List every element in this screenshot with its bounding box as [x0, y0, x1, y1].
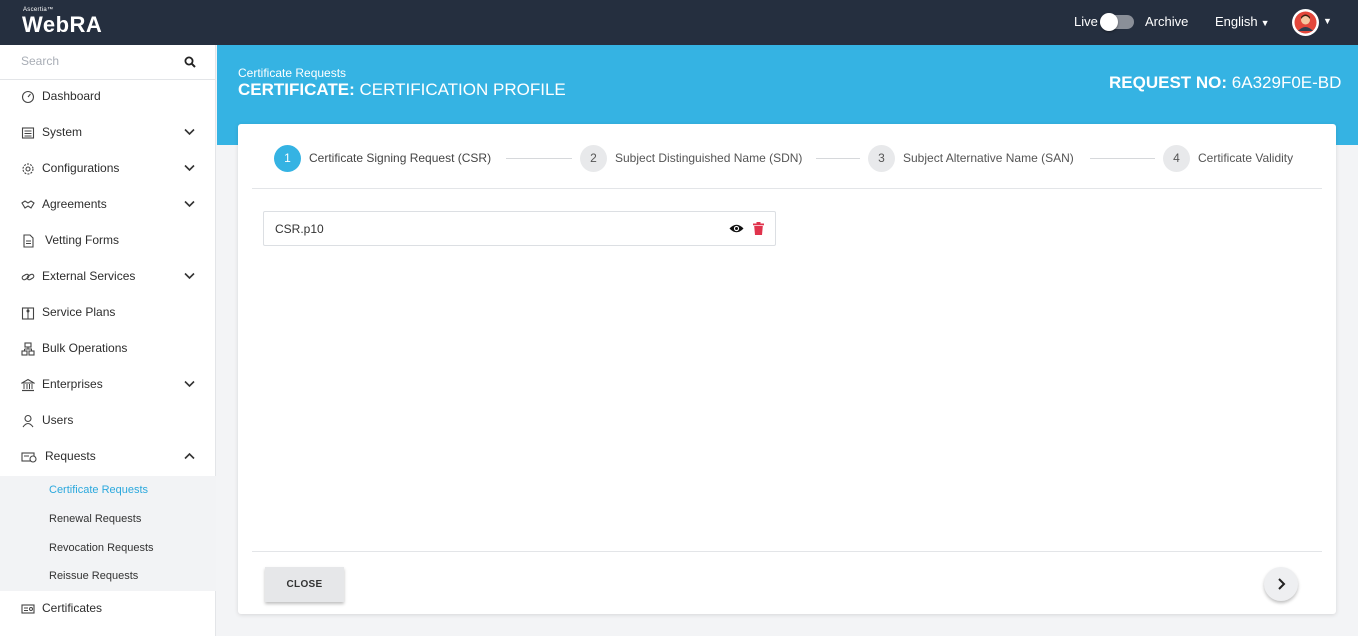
- sidebar-item-dashboard[interactable]: Dashboard: [0, 79, 216, 115]
- certificate-icon: [21, 604, 35, 614]
- sidebar-item-label: Certificates: [42, 601, 103, 615]
- sidebar-item-label: Agreements: [42, 197, 107, 211]
- delete-icon[interactable]: [753, 222, 764, 235]
- step-3-label[interactable]: Subject Alternative Name (SAN): [903, 151, 1074, 165]
- sidebar-item-vetting-forms[interactable]: Vetting Forms: [0, 223, 216, 259]
- breadcrumb[interactable]: Certificate Requests: [238, 66, 346, 80]
- search-icon[interactable]: [184, 56, 196, 68]
- csr-file-field: CSR.p10: [263, 211, 776, 246]
- bulk-icon: [21, 342, 35, 356]
- sidebar-item-enterprises[interactable]: Enterprises: [0, 367, 216, 403]
- wizard-card: 1 Certificate Signing Request (CSR) 2 Su…: [238, 124, 1336, 614]
- sidebar-item-label: Bulk Operations: [42, 341, 128, 355]
- page-title: CERTIFICATE: CERTIFICATION PROFILE: [238, 80, 566, 100]
- avatar[interactable]: [1292, 9, 1319, 36]
- sidebar-item-certificates[interactable]: Certificates: [0, 591, 216, 627]
- dashboard-icon: [21, 90, 35, 104]
- sidebar-item-configurations[interactable]: Configurations: [0, 151, 216, 187]
- sidebar-item-bulk-operations[interactable]: Bulk Operations: [0, 331, 216, 367]
- live-archive-toggle[interactable]: [1100, 13, 1134, 31]
- search-input[interactable]: [21, 54, 171, 68]
- request-number-value: 6A329F0E-BD: [1227, 73, 1342, 92]
- language-selector[interactable]: English ▼: [1215, 14, 1270, 29]
- requests-icon: [21, 452, 37, 463]
- close-button[interactable]: CLOSE: [265, 567, 344, 602]
- sidebar-item-label: Dashboard: [42, 89, 101, 103]
- stepper-divider: [252, 188, 1322, 189]
- step-4-number[interactable]: 4: [1163, 145, 1190, 172]
- chevron-down-icon: [184, 380, 195, 388]
- step-connector: [816, 158, 860, 159]
- gear-icon: [22, 163, 34, 175]
- sidebar-item-label: Users: [42, 413, 74, 427]
- sidebar-subitem-revocation-requests[interactable]: Revocation Requests: [49, 542, 154, 554]
- bank-icon: [21, 378, 35, 392]
- language-label: English: [1215, 14, 1258, 29]
- caret-down-icon[interactable]: ▼: [1323, 16, 1332, 26]
- request-number-label: REQUEST NO:: [1109, 73, 1228, 92]
- page-title-rest: CERTIFICATION PROFILE: [354, 80, 566, 99]
- archive-label: Archive: [1145, 14, 1189, 29]
- chevron-up-icon: [184, 452, 195, 460]
- chevron-down-icon: [184, 164, 195, 172]
- app-name: WebRA: [22, 12, 103, 37]
- system-icon: [21, 127, 35, 139]
- sidebar-item-label: Vetting Forms: [45, 233, 120, 247]
- step-connector: [1090, 158, 1155, 159]
- sidebar-item-label: Configurations: [42, 161, 120, 175]
- top-bar: Ascertia™ WebRA Live Archive English ▼ ▼: [0, 0, 1358, 45]
- sidebar-item-external-services[interactable]: External Services: [0, 259, 216, 295]
- chevron-down-icon: [184, 128, 195, 136]
- step-4-label[interactable]: Certificate Validity: [1198, 151, 1293, 165]
- sidebar-item-label: Service Plans: [42, 305, 116, 319]
- caret-down-icon: ▼: [1260, 18, 1270, 28]
- sidebar-search: [0, 45, 216, 80]
- link-icon: [21, 273, 35, 281]
- step-1-label[interactable]: Certificate Signing Request (CSR): [309, 151, 491, 165]
- user-icon: [22, 414, 34, 428]
- sidebar-item-label: Enterprises: [42, 377, 103, 391]
- form-icon: [23, 234, 34, 248]
- sidebar: Dashboard System Configurations Agreemen…: [0, 45, 216, 636]
- chevron-right-icon: [1278, 578, 1286, 590]
- step-1-number[interactable]: 1: [274, 145, 301, 172]
- next-button[interactable]: [1264, 567, 1298, 601]
- sidebar-item-label: Requests: [45, 449, 96, 463]
- sidebar-item-users[interactable]: Users: [0, 403, 216, 439]
- user-avatar-icon: [1292, 9, 1319, 36]
- sidebar-item-service-plans[interactable]: Service Plans: [0, 295, 216, 331]
- step-2-label[interactable]: Subject Distinguished Name (SDN): [615, 151, 802, 165]
- csr-file-name: CSR.p10: [275, 222, 324, 236]
- sidebar-subitem-reissue-requests[interactable]: Reissue Requests: [49, 570, 138, 582]
- app-logo[interactable]: Ascertia™ WebRA: [22, 7, 102, 37]
- chevron-down-icon: [184, 200, 195, 208]
- service-plans-icon: [21, 307, 35, 320]
- sidebar-item-requests[interactable]: Requests: [0, 439, 216, 475]
- step-2-number[interactable]: 2: [580, 145, 607, 172]
- eye-icon[interactable]: [729, 223, 744, 234]
- step-connector: [506, 158, 572, 159]
- page-title-bold: CERTIFICATE:: [238, 80, 355, 99]
- sidebar-item-agreements[interactable]: Agreements: [0, 187, 216, 223]
- toggle-knob: [1100, 13, 1118, 31]
- sidebar-subitem-certificate-requests[interactable]: Certificate Requests: [49, 484, 148, 496]
- request-number: REQUEST NO: 6A329F0E-BD: [1109, 73, 1341, 93]
- sidebar-subitem-renewal-requests[interactable]: Renewal Requests: [49, 513, 141, 525]
- footer-divider: [252, 551, 1322, 552]
- requests-submenu: Certificate Requests Renewal Requests Re…: [0, 476, 216, 591]
- sidebar-item-label: External Services: [42, 269, 136, 283]
- handshake-icon: [21, 200, 35, 209]
- live-label: Live: [1074, 14, 1098, 29]
- chevron-down-icon: [184, 272, 195, 280]
- step-3-number[interactable]: 3: [868, 145, 895, 172]
- sidebar-item-label: System: [42, 125, 83, 139]
- sidebar-item-system[interactable]: System: [0, 115, 216, 151]
